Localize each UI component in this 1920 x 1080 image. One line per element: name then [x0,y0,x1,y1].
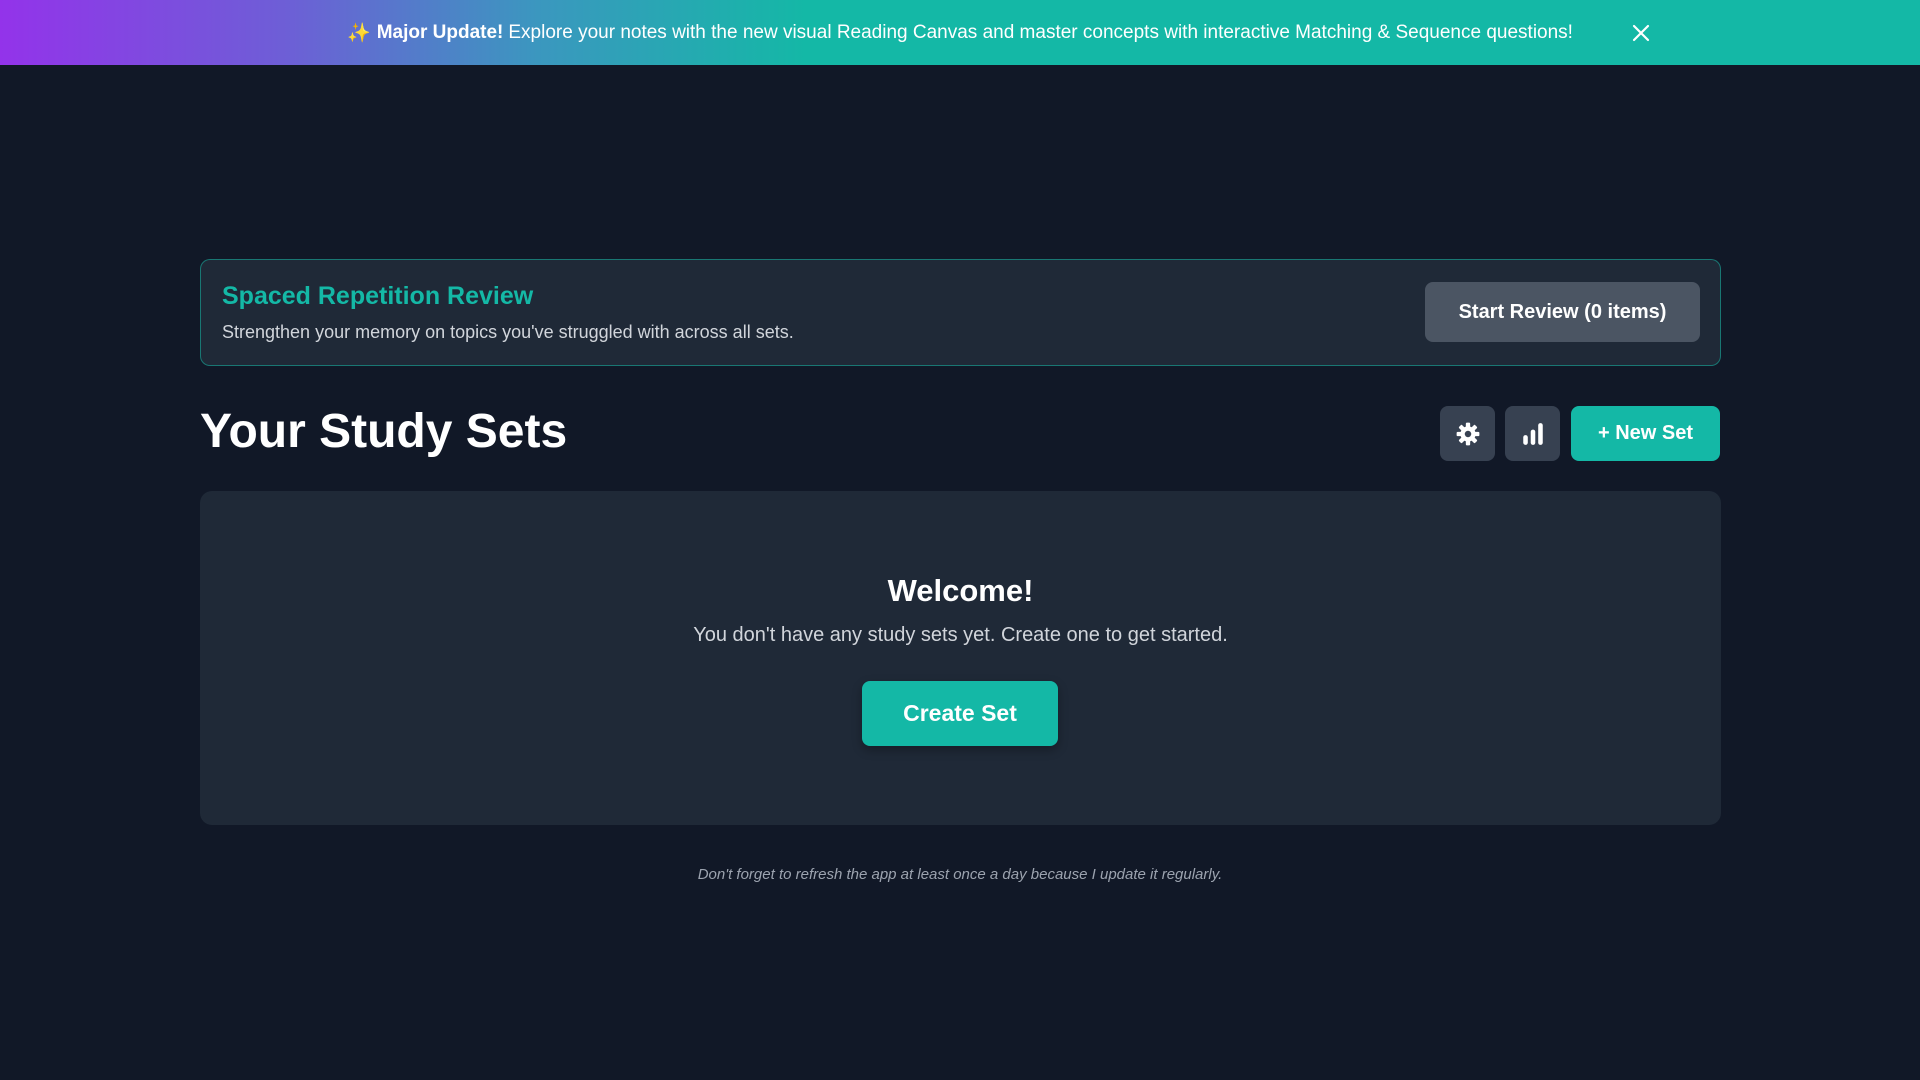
bar-chart-icon [1522,422,1543,445]
banner-highlight: Major Update! [376,21,504,43]
spaced-repetition-card: Spaced Repetition Review Strengthen your… [200,259,1721,366]
create-set-button[interactable]: Create Set [862,681,1058,746]
banner-message: ✨ Major Update! Explore your notes with … [347,21,1573,45]
empty-state-message: You don't have any study sets yet. Creat… [693,624,1228,646]
new-set-button[interactable]: + New Set [1571,406,1720,461]
footer-note: Don't forget to refresh the app at least… [697,866,1223,883]
close-banner-button[interactable] [1628,20,1654,46]
sparkles-icon: ✨ [347,22,371,44]
announcement-banner: ✨ Major Update! Explore your notes with … [0,0,1920,65]
empty-state-card: Welcome! You don't have any study sets y… [200,491,1721,825]
welcome-heading: Welcome! [887,573,1034,608]
page-title: Your Study Sets [200,405,568,458]
review-subtitle: Strengthen your memory on topics you've … [222,322,794,342]
settings-button[interactable] [1440,406,1495,461]
statistics-button[interactable] [1505,406,1560,461]
gear-icon [1456,422,1479,445]
close-icon [1632,24,1650,42]
banner-text: Explore your notes with the new visual R… [508,21,1573,43]
start-review-button[interactable]: Start Review (0 items) [1425,282,1700,342]
review-title: Spaced Repetition Review [222,282,534,310]
